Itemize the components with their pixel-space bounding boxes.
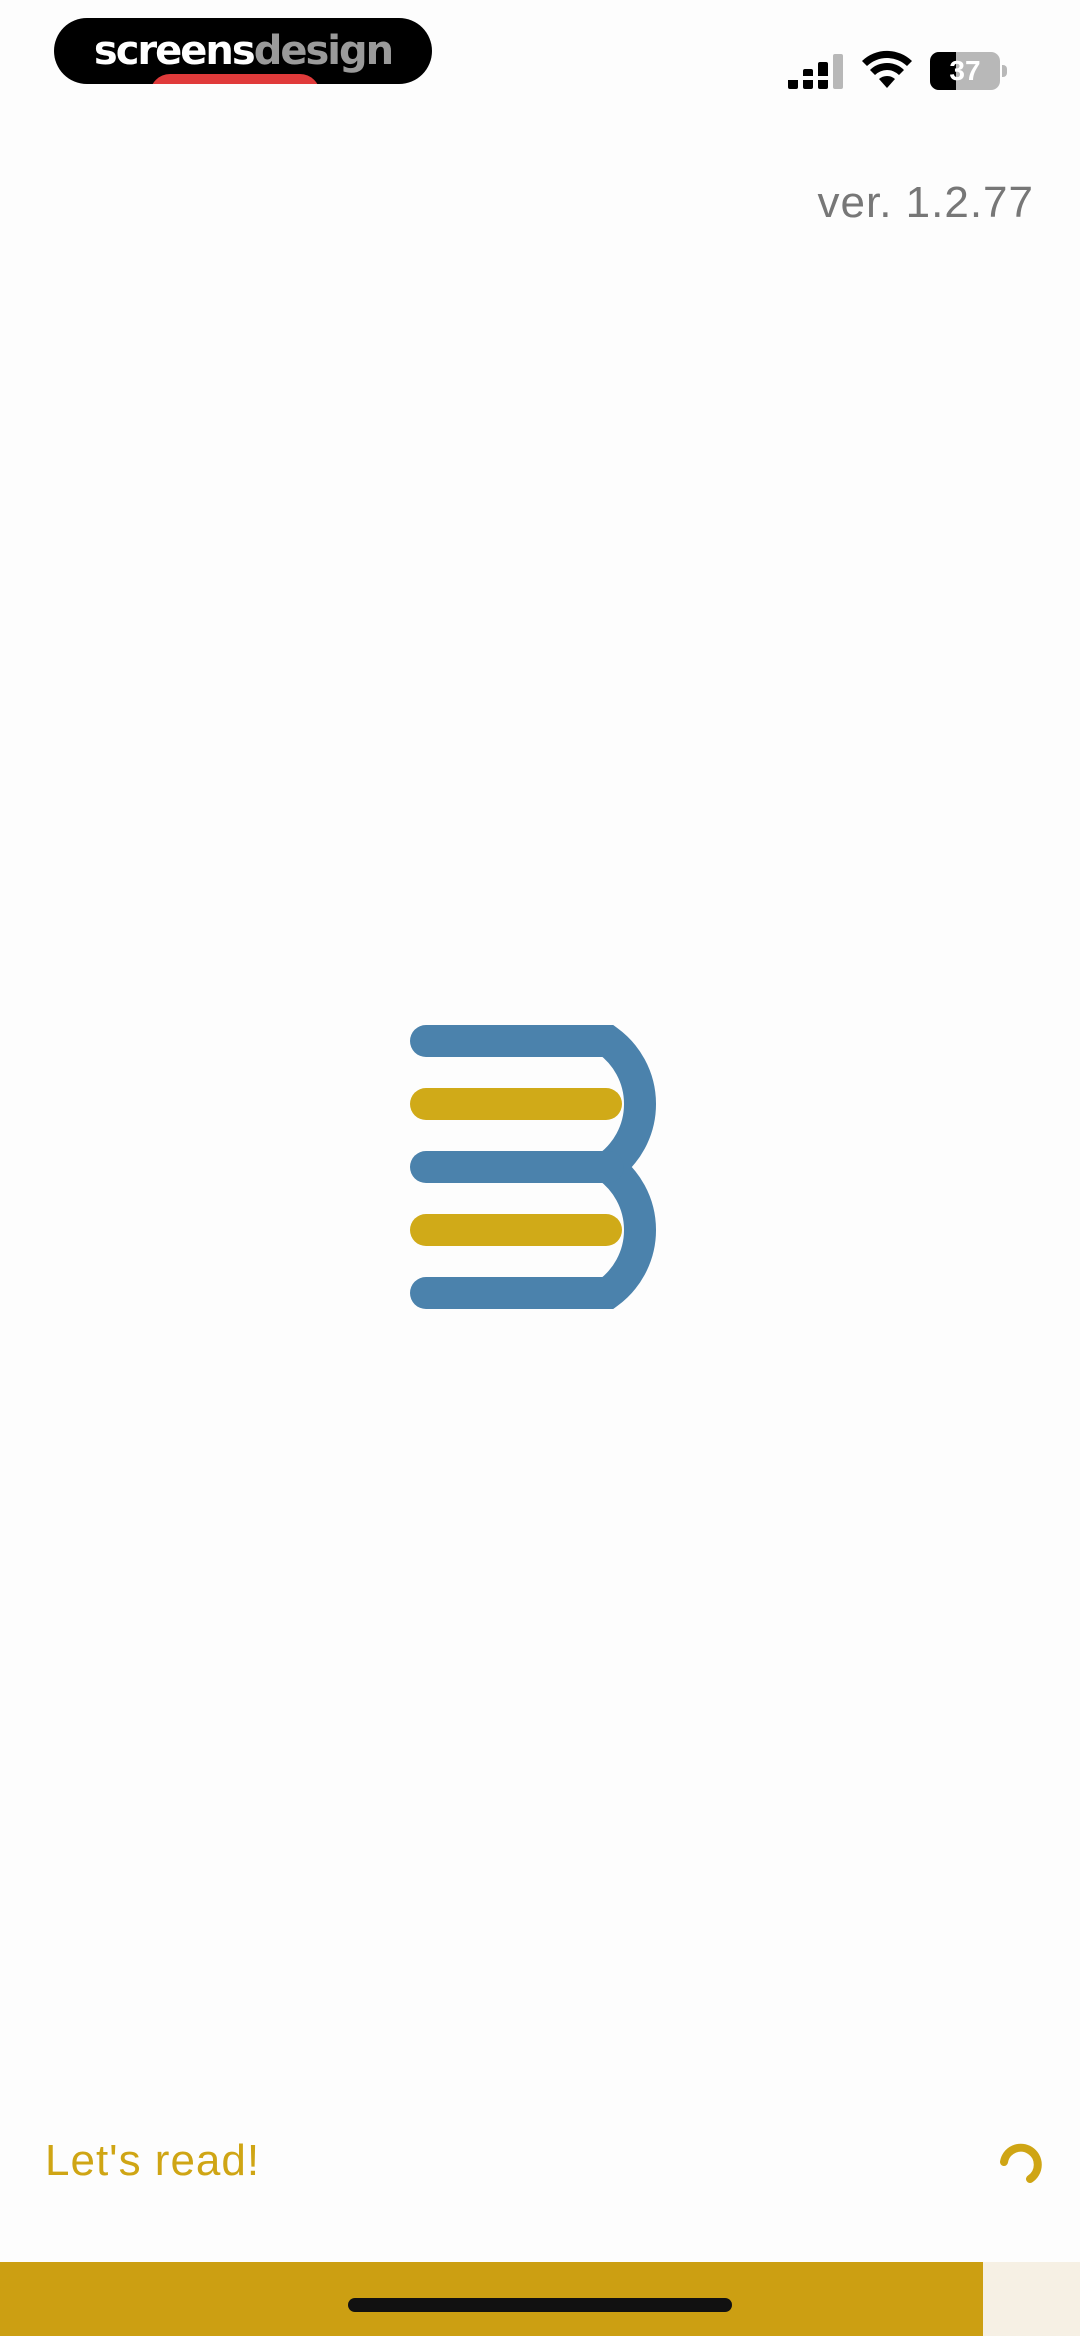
- screensdesign-watermark: screensdesign: [54, 18, 432, 84]
- cellular-signal-icon: [788, 54, 843, 89]
- battery-tip: [1002, 65, 1007, 77]
- watermark-text-part1: screens: [93, 28, 256, 74]
- watermark-text: screensdesign: [54, 18, 432, 84]
- battery-body: 37: [930, 52, 1000, 90]
- status-bar: screensdesign 37: [0, 0, 1080, 120]
- loading-message: Let's read!: [45, 2136, 261, 2185]
- book-b-logo-icon: [410, 1025, 656, 1309]
- battery-indicator: 37: [930, 52, 1007, 90]
- loading-spinner-icon: [1000, 2143, 1042, 2183]
- home-indicator: [348, 2298, 732, 2312]
- battery-level-text: 37: [949, 55, 981, 86]
- app-version-label: ver. 1.2.77: [817, 178, 1034, 227]
- wifi-icon: [862, 50, 912, 88]
- watermark-text-part2: design: [253, 28, 394, 74]
